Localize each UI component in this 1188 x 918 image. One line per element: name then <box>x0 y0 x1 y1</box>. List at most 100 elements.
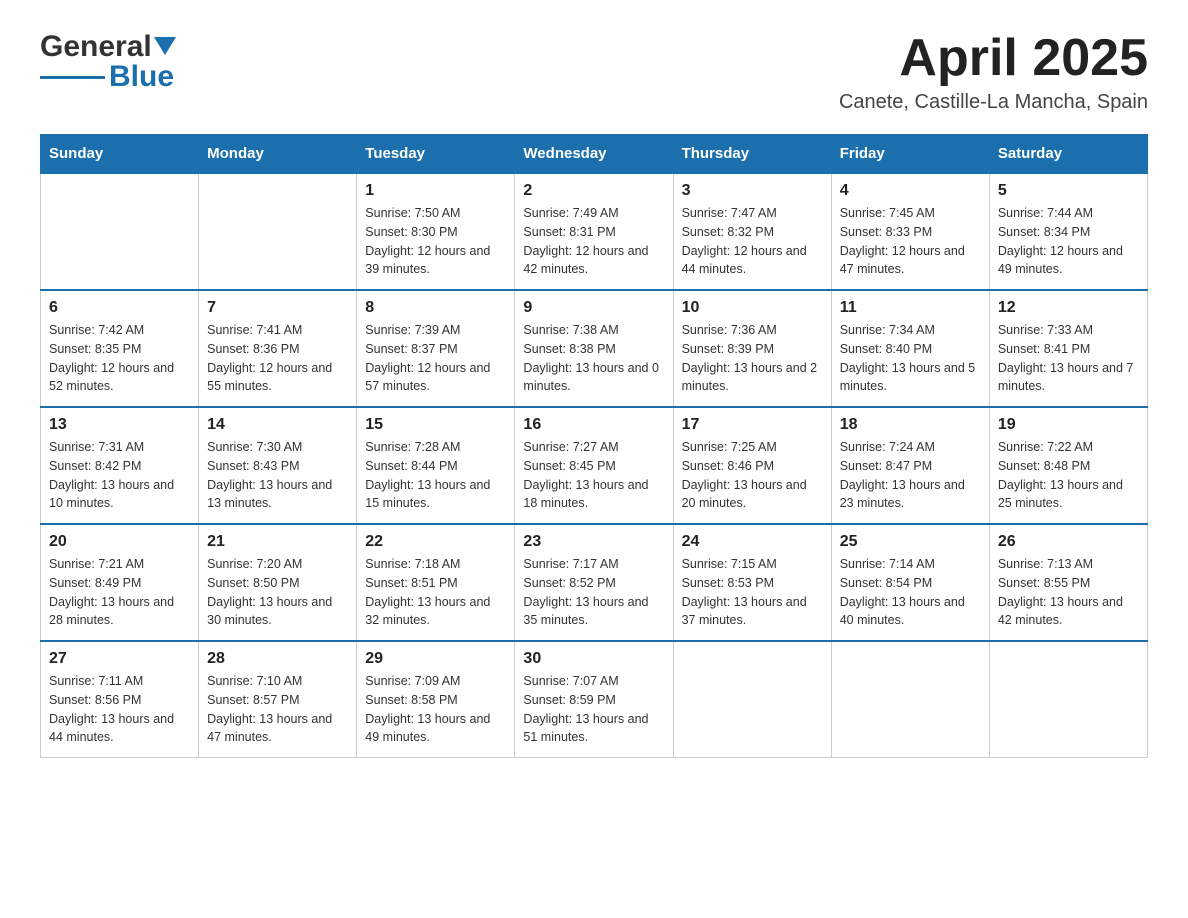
day-info: Sunrise: 7:47 AMSunset: 8:32 PMDaylight:… <box>682 204 823 279</box>
day-number: 26 <box>998 533 1139 551</box>
col-saturday: Saturday <box>989 135 1147 174</box>
col-wednesday: Wednesday <box>515 135 673 174</box>
day-info: Sunrise: 7:11 AMSunset: 8:56 PMDaylight:… <box>49 672 190 747</box>
day-info: Sunrise: 7:30 AMSunset: 8:43 PMDaylight:… <box>207 438 348 513</box>
calendar-cell-w1-d6: 4 Sunrise: 7:45 AMSunset: 8:33 PMDayligh… <box>831 173 989 290</box>
calendar-table: Sunday Monday Tuesday Wednesday Thursday… <box>40 134 1148 758</box>
page-header: General Blue April 2025 Canete, Castille… <box>40 30 1148 114</box>
day-info: Sunrise: 7:44 AMSunset: 8:34 PMDaylight:… <box>998 204 1139 279</box>
day-info: Sunrise: 7:42 AMSunset: 8:35 PMDaylight:… <box>49 321 190 396</box>
day-number: 23 <box>523 533 664 551</box>
calendar-cell-w4-d1: 20 Sunrise: 7:21 AMSunset: 8:49 PMDaylig… <box>41 524 199 641</box>
day-number: 7 <box>207 299 348 317</box>
day-number: 2 <box>523 182 664 200</box>
calendar-cell-w2-d4: 9 Sunrise: 7:38 AMSunset: 8:38 PMDayligh… <box>515 290 673 407</box>
calendar-cell-w1-d7: 5 Sunrise: 7:44 AMSunset: 8:34 PMDayligh… <box>989 173 1147 290</box>
day-number: 21 <box>207 533 348 551</box>
page-title: April 2025 <box>839 30 1148 87</box>
calendar-week-1: 1 Sunrise: 7:50 AMSunset: 8:30 PMDayligh… <box>41 173 1148 290</box>
col-tuesday: Tuesday <box>357 135 515 174</box>
calendar-cell-w2-d7: 12 Sunrise: 7:33 AMSunset: 8:41 PMDaylig… <box>989 290 1147 407</box>
day-info: Sunrise: 7:07 AMSunset: 8:59 PMDaylight:… <box>523 672 664 747</box>
calendar-cell-w5-d2: 28 Sunrise: 7:10 AMSunset: 8:57 PMDaylig… <box>199 641 357 758</box>
day-info: Sunrise: 7:09 AMSunset: 8:58 PMDaylight:… <box>365 672 506 747</box>
calendar-cell-w5-d3: 29 Sunrise: 7:09 AMSunset: 8:58 PMDaylig… <box>357 641 515 758</box>
day-number: 20 <box>49 533 190 551</box>
day-number: 16 <box>523 416 664 434</box>
col-friday: Friday <box>831 135 989 174</box>
day-info: Sunrise: 7:20 AMSunset: 8:50 PMDaylight:… <box>207 555 348 630</box>
day-info: Sunrise: 7:33 AMSunset: 8:41 PMDaylight:… <box>998 321 1139 396</box>
day-number: 30 <box>523 650 664 668</box>
day-info: Sunrise: 7:50 AMSunset: 8:30 PMDaylight:… <box>365 204 506 279</box>
calendar-cell-w5-d4: 30 Sunrise: 7:07 AMSunset: 8:59 PMDaylig… <box>515 641 673 758</box>
day-number: 8 <box>365 299 506 317</box>
calendar-cell-w3-d4: 16 Sunrise: 7:27 AMSunset: 8:45 PMDaylig… <box>515 407 673 524</box>
day-number: 9 <box>523 299 664 317</box>
calendar-cell-w5-d6 <box>831 641 989 758</box>
calendar-cell-w5-d7 <box>989 641 1147 758</box>
calendar-cell-w2-d6: 11 Sunrise: 7:34 AMSunset: 8:40 PMDaylig… <box>831 290 989 407</box>
calendar-cell-w3-d6: 18 Sunrise: 7:24 AMSunset: 8:47 PMDaylig… <box>831 407 989 524</box>
logo-triangle-icon <box>154 37 176 59</box>
calendar-cell-w3-d1: 13 Sunrise: 7:31 AMSunset: 8:42 PMDaylig… <box>41 407 199 524</box>
calendar-cell-w4-d2: 21 Sunrise: 7:20 AMSunset: 8:50 PMDaylig… <box>199 524 357 641</box>
calendar-cell-w1-d4: 2 Sunrise: 7:49 AMSunset: 8:31 PMDayligh… <box>515 173 673 290</box>
calendar-cell-w3-d2: 14 Sunrise: 7:30 AMSunset: 8:43 PMDaylig… <box>199 407 357 524</box>
day-number: 25 <box>840 533 981 551</box>
day-number: 10 <box>682 299 823 317</box>
calendar-cell-w4-d5: 24 Sunrise: 7:15 AMSunset: 8:53 PMDaylig… <box>673 524 831 641</box>
day-info: Sunrise: 7:22 AMSunset: 8:48 PMDaylight:… <box>998 438 1139 513</box>
day-number: 22 <box>365 533 506 551</box>
day-number: 19 <box>998 416 1139 434</box>
day-info: Sunrise: 7:41 AMSunset: 8:36 PMDaylight:… <box>207 321 348 396</box>
day-number: 12 <box>998 299 1139 317</box>
calendar-cell-w3-d3: 15 Sunrise: 7:28 AMSunset: 8:44 PMDaylig… <box>357 407 515 524</box>
day-number: 5 <box>998 182 1139 200</box>
day-info: Sunrise: 7:49 AMSunset: 8:31 PMDaylight:… <box>523 204 664 279</box>
calendar-cell-w4-d3: 22 Sunrise: 7:18 AMSunset: 8:51 PMDaylig… <box>357 524 515 641</box>
day-number: 11 <box>840 299 981 317</box>
calendar-cell-w2-d2: 7 Sunrise: 7:41 AMSunset: 8:36 PMDayligh… <box>199 290 357 407</box>
logo: General Blue <box>40 30 176 94</box>
day-info: Sunrise: 7:31 AMSunset: 8:42 PMDaylight:… <box>49 438 190 513</box>
day-info: Sunrise: 7:10 AMSunset: 8:57 PMDaylight:… <box>207 672 348 747</box>
day-number: 27 <box>49 650 190 668</box>
calendar-week-5: 27 Sunrise: 7:11 AMSunset: 8:56 PMDaylig… <box>41 641 1148 758</box>
logo-general-text: General <box>40 30 152 64</box>
day-number: 18 <box>840 416 981 434</box>
day-number: 3 <box>682 182 823 200</box>
day-number: 14 <box>207 416 348 434</box>
col-thursday: Thursday <box>673 135 831 174</box>
day-info: Sunrise: 7:15 AMSunset: 8:53 PMDaylight:… <box>682 555 823 630</box>
day-info: Sunrise: 7:14 AMSunset: 8:54 PMDaylight:… <box>840 555 981 630</box>
day-info: Sunrise: 7:36 AMSunset: 8:39 PMDaylight:… <box>682 321 823 396</box>
calendar-cell-w3-d7: 19 Sunrise: 7:22 AMSunset: 8:48 PMDaylig… <box>989 407 1147 524</box>
day-number: 4 <box>840 182 981 200</box>
day-number: 6 <box>49 299 190 317</box>
day-info: Sunrise: 7:34 AMSunset: 8:40 PMDaylight:… <box>840 321 981 396</box>
day-info: Sunrise: 7:18 AMSunset: 8:51 PMDaylight:… <box>365 555 506 630</box>
calendar-cell-w5-d1: 27 Sunrise: 7:11 AMSunset: 8:56 PMDaylig… <box>41 641 199 758</box>
page-subtitle: Canete, Castille-La Mancha, Spain <box>839 91 1148 114</box>
calendar-week-2: 6 Sunrise: 7:42 AMSunset: 8:35 PMDayligh… <box>41 290 1148 407</box>
col-monday: Monday <box>199 135 357 174</box>
day-number: 15 <box>365 416 506 434</box>
calendar-cell-w5-d5 <box>673 641 831 758</box>
day-info: Sunrise: 7:39 AMSunset: 8:37 PMDaylight:… <box>365 321 506 396</box>
day-info: Sunrise: 7:28 AMSunset: 8:44 PMDaylight:… <box>365 438 506 513</box>
calendar-cell-w1-d2 <box>199 173 357 290</box>
calendar-week-4: 20 Sunrise: 7:21 AMSunset: 8:49 PMDaylig… <box>41 524 1148 641</box>
calendar-cell-w4-d4: 23 Sunrise: 7:17 AMSunset: 8:52 PMDaylig… <box>515 524 673 641</box>
calendar-cell-w2-d5: 10 Sunrise: 7:36 AMSunset: 8:39 PMDaylig… <box>673 290 831 407</box>
day-info: Sunrise: 7:13 AMSunset: 8:55 PMDaylight:… <box>998 555 1139 630</box>
day-info: Sunrise: 7:24 AMSunset: 8:47 PMDaylight:… <box>840 438 981 513</box>
calendar-cell-w4-d6: 25 Sunrise: 7:14 AMSunset: 8:54 PMDaylig… <box>831 524 989 641</box>
day-info: Sunrise: 7:27 AMSunset: 8:45 PMDaylight:… <box>523 438 664 513</box>
calendar-cell-w4-d7: 26 Sunrise: 7:13 AMSunset: 8:55 PMDaylig… <box>989 524 1147 641</box>
calendar-week-3: 13 Sunrise: 7:31 AMSunset: 8:42 PMDaylig… <box>41 407 1148 524</box>
day-number: 28 <box>207 650 348 668</box>
calendar-cell-w1-d5: 3 Sunrise: 7:47 AMSunset: 8:32 PMDayligh… <box>673 173 831 290</box>
logo-blue-text: Blue <box>109 60 174 94</box>
day-number: 1 <box>365 182 506 200</box>
